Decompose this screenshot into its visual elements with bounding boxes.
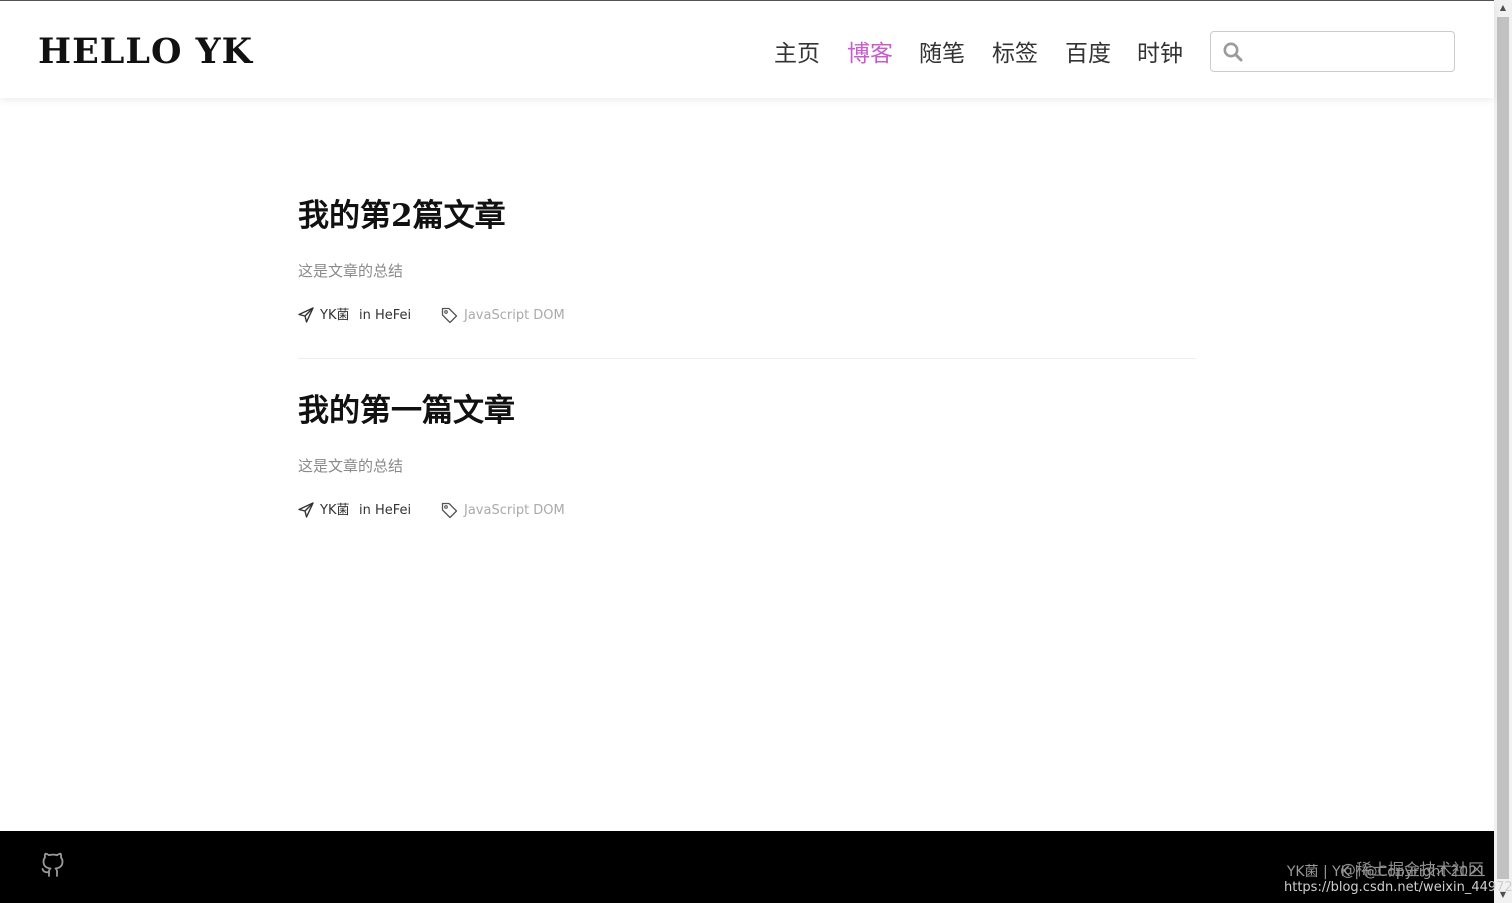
nav-item-essays[interactable]: 随笔 bbox=[919, 34, 965, 68]
paper-plane-icon bbox=[298, 502, 314, 518]
scrollbar-thumb[interactable] bbox=[1497, 17, 1509, 879]
post-divider bbox=[298, 358, 1196, 359]
post-author[interactable]: YK菌 bbox=[320, 309, 349, 322]
search-box[interactable] bbox=[1210, 31, 1455, 72]
post-tags[interactable]: JavaScript DOM bbox=[464, 309, 565, 322]
nav-item-home[interactable]: 主页 bbox=[774, 34, 820, 68]
watermark-community: @稀土掘金技术社区 bbox=[1340, 860, 1485, 879]
site-footer: YK菌 | YK | @Copyright 2021 bbox=[0, 831, 1494, 903]
search-input[interactable] bbox=[1247, 34, 1447, 69]
post-location: in HeFei bbox=[359, 503, 412, 518]
github-icon[interactable] bbox=[38, 849, 68, 879]
post-title[interactable]: 我的第一篇文章 bbox=[298, 393, 1198, 430]
post-summary: 这是文章的总结 bbox=[298, 262, 404, 280]
watermark-url: https://blog.csdn.net/weixin_4497200 bbox=[1284, 880, 1512, 895]
site-logo[interactable]: HELLO YK bbox=[38, 31, 253, 72]
paper-plane-icon bbox=[298, 307, 314, 323]
nav-item-blog[interactable]: 博客 bbox=[847, 34, 893, 68]
site-header: HELLO YK 主页 博客 随笔 标签 百度 时钟 bbox=[0, 1, 1494, 98]
post-location: in HeFei bbox=[359, 308, 412, 323]
tag-icon bbox=[441, 502, 458, 519]
post-title[interactable]: 我的第2篇文章 bbox=[298, 198, 1198, 235]
tag-icon bbox=[441, 307, 458, 324]
post-tags[interactable]: JavaScript DOM bbox=[464, 504, 565, 517]
scroll-up-arrow-icon[interactable]: ▲ bbox=[1494, 0, 1512, 16]
post-card: 我的第一篇文章 这是文章的总结 YK菌 in HeFei JavaScript … bbox=[298, 393, 1198, 519]
post-summary: 这是文章的总结 bbox=[298, 457, 404, 475]
nav-item-tags[interactable]: 标签 bbox=[992, 34, 1038, 68]
nav-item-clock[interactable]: 时钟 bbox=[1137, 34, 1183, 68]
vertical-scrollbar[interactable]: ▲ ▼ bbox=[1494, 0, 1512, 903]
nav-item-baidu[interactable]: 百度 bbox=[1065, 34, 1111, 68]
post-author[interactable]: YK菌 bbox=[320, 504, 349, 517]
search-icon bbox=[1223, 42, 1243, 62]
post-card: 我的第2篇文章 这是文章的总结 YK菌 in HeFei JavaScript … bbox=[298, 198, 1198, 324]
